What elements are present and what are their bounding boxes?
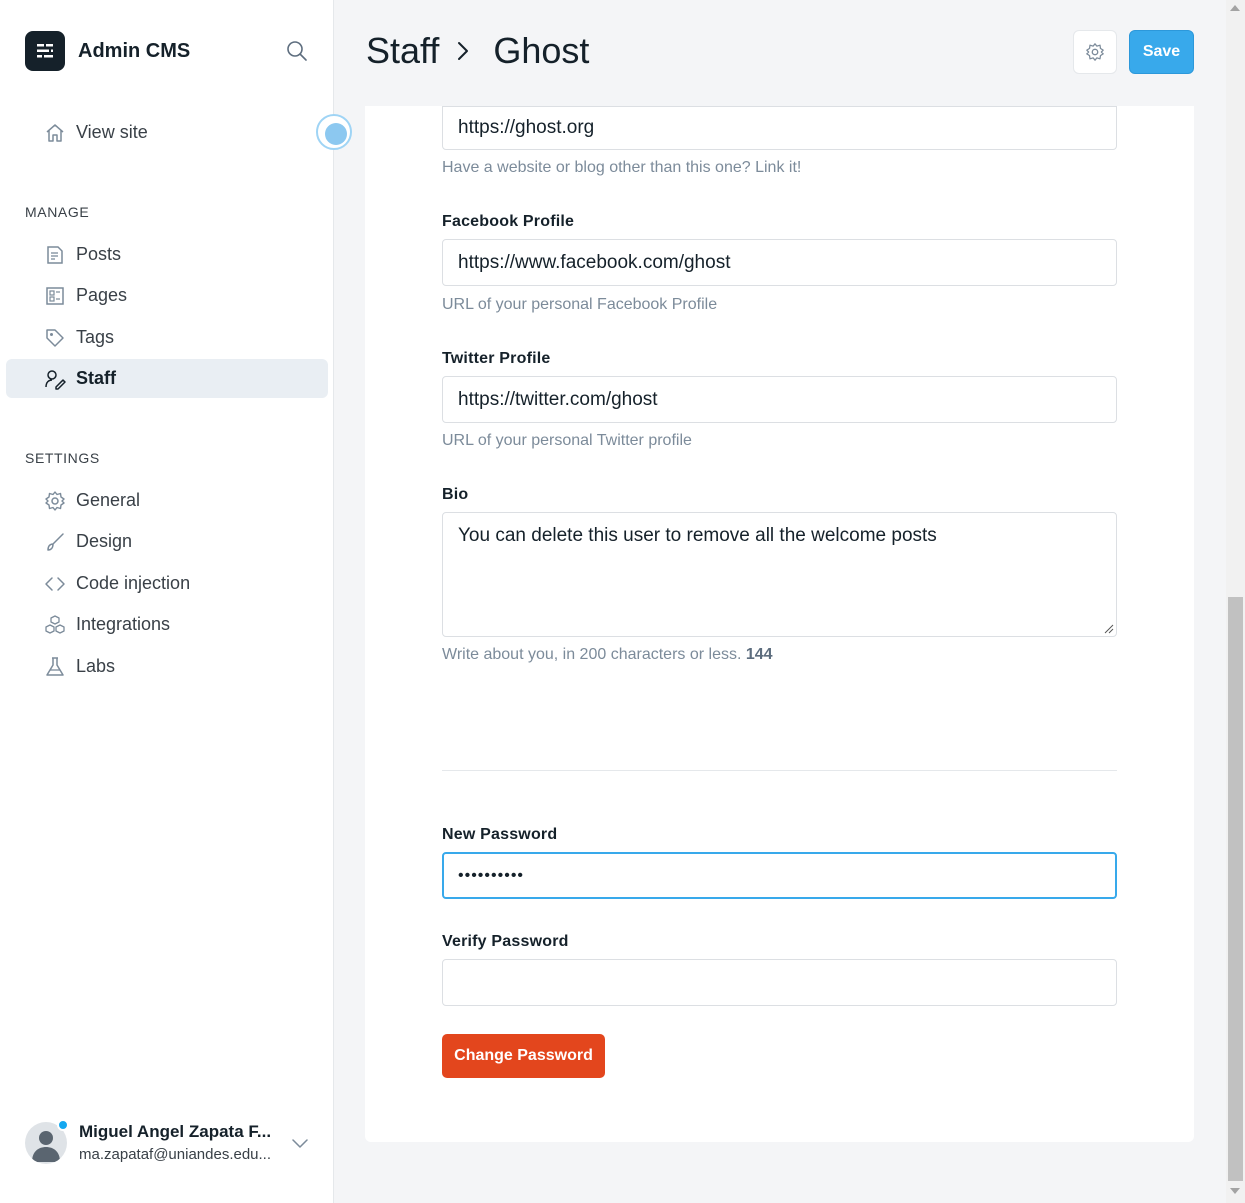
sidebar-item-label: Code injection <box>76 573 191 593</box>
user-settings-button[interactable] <box>1073 30 1117 74</box>
bio-label: Bio <box>442 486 469 503</box>
website-hint: Have a website or blog other than this o… <box>442 159 802 176</box>
sidebar-item-label: Pages <box>76 285 128 305</box>
bio-char-count: 144 <box>745 646 773 663</box>
user-menu[interactable]: Miguel Angel Zapata F... ma.zapataf@unia… <box>25 1118 317 1168</box>
brand-name: Admin CMS <box>78 39 191 62</box>
pages-icon <box>46 286 64 305</box>
flask-icon <box>46 656 64 676</box>
sidebar-item-integrations[interactable]: Integrations <box>6 605 328 644</box>
staff-icon <box>45 369 66 390</box>
sidebar-item-label: Staff <box>76 368 116 388</box>
sidebar-item-label: Design <box>76 531 133 551</box>
sidebar-item-general[interactable]: General <box>6 481 328 520</box>
view-site-link[interactable]: View site <box>6 113 328 152</box>
chevron-down-icon[interactable] <box>291 1134 309 1152</box>
scroll-down-arrow-icon[interactable] <box>1230 1188 1240 1194</box>
facebook-input[interactable]: https://www.facebook.com/ghost <box>442 239 1117 286</box>
sidebar-item-label: Posts <box>76 244 122 264</box>
resize-handle-icon[interactable] <box>1104 624 1114 634</box>
twitter-hint: URL of your personal Twitter profile <box>442 432 692 449</box>
tour-hotspot-dot <box>325 123 347 145</box>
brand[interactable]: Admin CMS <box>25 31 190 71</box>
home-icon <box>46 123 64 142</box>
sidebar-item-label: General <box>76 490 141 510</box>
new-password-input[interactable]: •••••••••• <box>442 852 1117 899</box>
tag-icon <box>46 328 64 347</box>
breadcrumb: Staff Ghost <box>366 30 589 72</box>
bio-hint: Write about you, in 200 characters or le… <box>442 646 773 664</box>
manage-section-label: MANAGE <box>25 204 90 220</box>
chevron-right-icon <box>458 42 469 60</box>
sidebar-item-label: Labs <box>76 656 116 676</box>
sidebar-item-label: Integrations <box>76 614 171 634</box>
brush-icon <box>47 532 64 551</box>
sidebar-item-pages[interactable]: Pages <box>6 276 328 315</box>
tour-hotspot[interactable] <box>316 114 352 150</box>
view-site-label: View site <box>76 122 148 142</box>
code-icon <box>45 576 65 591</box>
section-divider <box>442 770 1117 771</box>
gear-icon <box>45 490 65 511</box>
user-email: ma.zapataf@uniandes.edu... <box>79 1146 272 1163</box>
sidebar-item-tags[interactable]: Tags <box>6 318 328 357</box>
brand-logo-icon <box>25 31 65 71</box>
breadcrumb-current: Ghost <box>493 30 590 71</box>
integrations-icon <box>45 614 65 634</box>
sidebar-item-labs[interactable]: Labs <box>6 647 328 686</box>
bio-text: You can delete this user to remove all t… <box>458 525 937 546</box>
sidebar-item-posts[interactable]: Posts <box>6 235 328 274</box>
facebook-label: Facebook Profile <box>442 213 575 230</box>
twitter-label: Twitter Profile <box>442 350 551 367</box>
change-password-button[interactable]: Change Password <box>442 1034 605 1078</box>
scroll-up-arrow-icon[interactable] <box>1230 5 1240 11</box>
user-name: Miguel Angel Zapata F... <box>79 1122 272 1141</box>
save-button[interactable]: Save <box>1129 30 1194 74</box>
online-status-dot <box>57 1119 69 1131</box>
twitter-input[interactable]: https://twitter.com/ghost <box>442 376 1117 423</box>
posts-icon <box>47 245 63 264</box>
sidebar-item-code-injection[interactable]: Code injection <box>6 564 328 603</box>
bio-hint-text: Write about you, in 200 characters or le… <box>442 646 742 663</box>
sidebar-item-design[interactable]: Design <box>6 522 328 561</box>
gear-icon <box>1086 43 1104 61</box>
facebook-hint: URL of your personal Facebook Profile <box>442 296 718 313</box>
scrollbar-thumb[interactable] <box>1228 597 1243 1181</box>
website-input[interactable]: https://ghost.org <box>442 106 1117 150</box>
sidebar-item-label: Tags <box>76 327 115 347</box>
breadcrumb-parent[interactable]: Staff <box>366 30 439 72</box>
verify-password-label: Verify Password <box>442 933 569 950</box>
new-password-label: New Password <box>442 826 558 843</box>
search-icon[interactable] <box>286 40 308 62</box>
bio-textarea[interactable]: You can delete this user to remove all t… <box>442 512 1117 637</box>
sidebar-item-staff[interactable]: Staff <box>6 359 328 398</box>
settings-section-label: SETTINGS <box>25 450 100 466</box>
verify-password-input[interactable] <box>442 959 1117 1006</box>
sidebar: Admin CMS View site MANAGE Posts Pages T… <box>0 0 334 1203</box>
